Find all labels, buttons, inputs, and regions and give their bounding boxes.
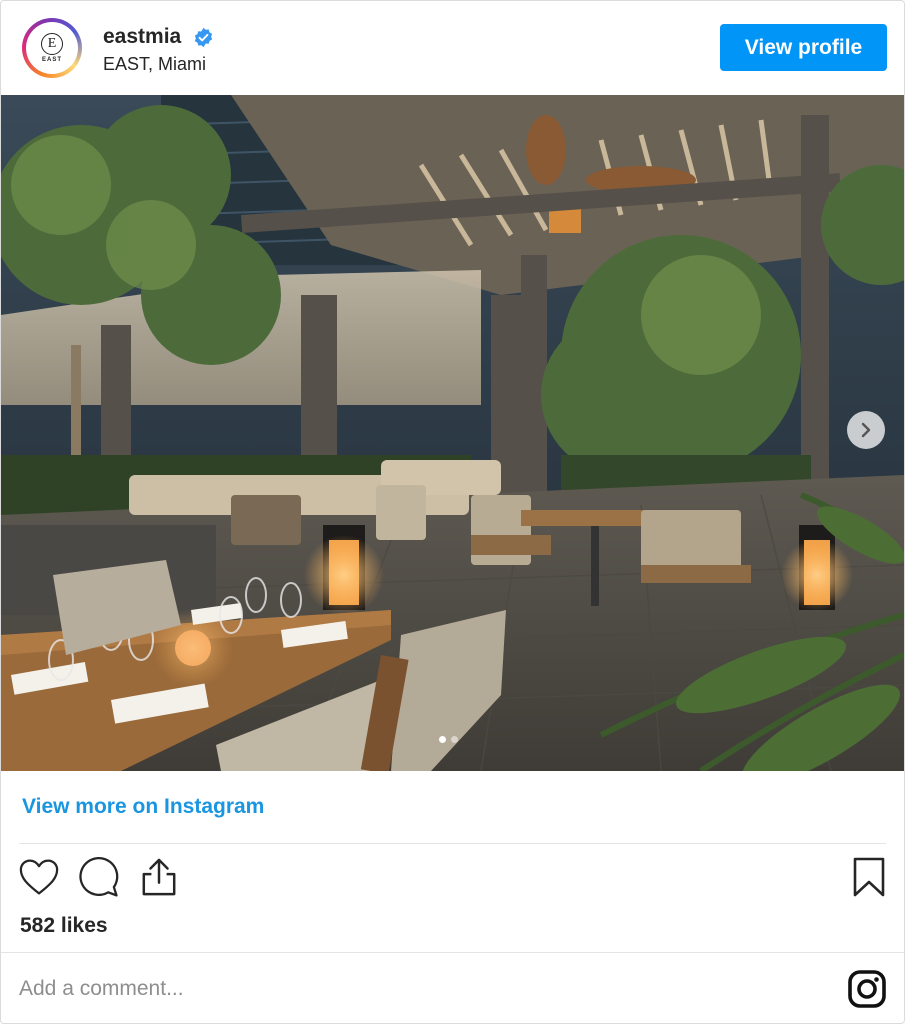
comment-input[interactable]: Add a comment... <box>19 977 184 1001</box>
location-link[interactable]: EAST, Miami <box>103 54 206 75</box>
save-button[interactable] <box>847 857 891 901</box>
instagram-embed-card: E EAST eastmia EAST, Miami View profile <box>0 0 905 1024</box>
divider <box>1 952 904 953</box>
avatar-logo: E EAST <box>26 22 78 74</box>
likes-count[interactable]: 582 likes <box>20 914 108 938</box>
instagram-logo-icon[interactable] <box>847 969 887 1009</box>
avatar[interactable]: E EAST <box>22 18 82 78</box>
comment-button[interactable] <box>77 856 121 903</box>
divider <box>19 843 886 844</box>
carousel-dot <box>451 736 458 743</box>
verified-badge-icon <box>193 27 214 53</box>
share-icon <box>140 857 178 902</box>
carousel-indicator <box>439 736 458 743</box>
chevron-right-icon <box>858 422 874 438</box>
view-more-link[interactable]: View more on Instagram <box>22 795 264 819</box>
like-button[interactable] <box>17 857 61 901</box>
restaurant-terrace-image <box>1 95 904 771</box>
avatar-text: EAST <box>41 57 62 63</box>
carousel-dot-active <box>439 736 446 743</box>
bookmark-icon <box>852 856 886 903</box>
post-header: E EAST eastmia EAST, Miami View profile <box>1 1 904 95</box>
post-photo[interactable] <box>1 95 904 771</box>
avatar-letter: E <box>41 33 63 55</box>
heart-icon <box>18 858 60 901</box>
carousel-next-button[interactable] <box>847 411 885 449</box>
comment-bubble-icon <box>78 856 120 903</box>
action-bar <box>1 853 904 905</box>
username[interactable]: eastmia <box>103 25 181 49</box>
view-profile-button[interactable]: View profile <box>720 24 887 71</box>
share-button[interactable] <box>137 857 181 901</box>
